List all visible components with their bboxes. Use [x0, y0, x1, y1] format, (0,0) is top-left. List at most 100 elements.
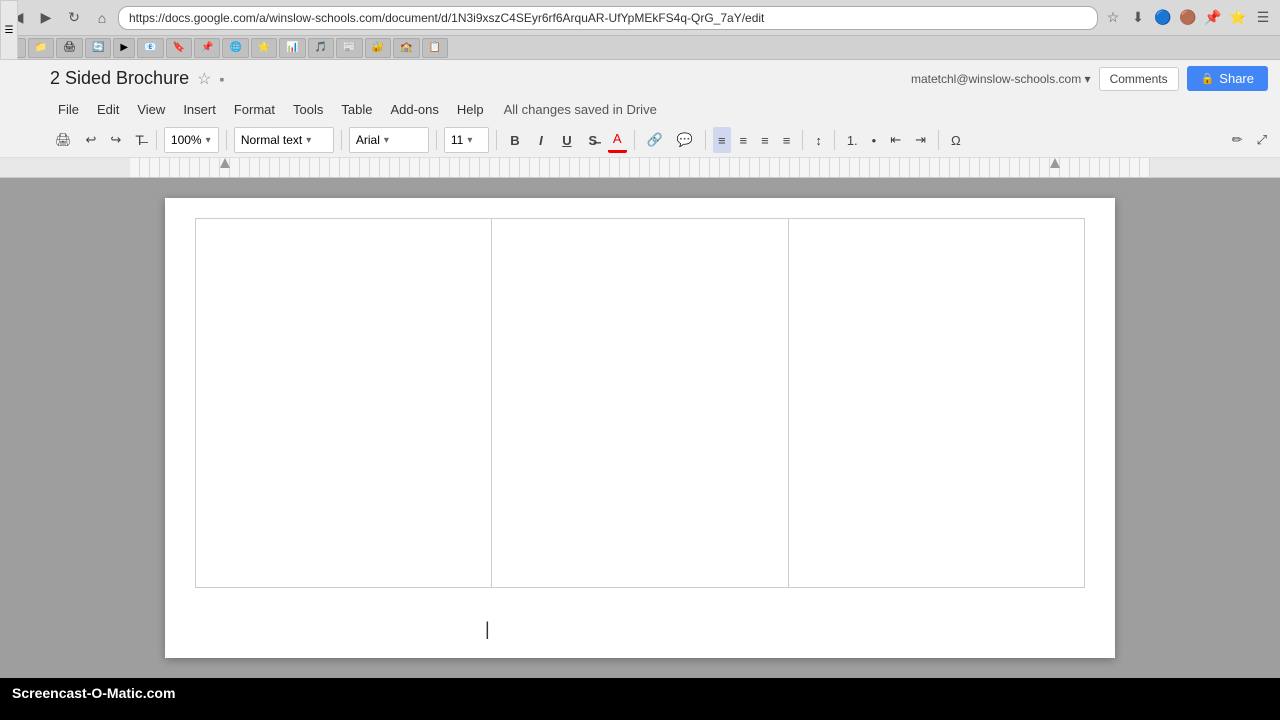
- outdent-button[interactable]: ⇤: [885, 127, 906, 153]
- header-right: matetchl@winslow-schools.com ▾ Comments …: [911, 66, 1268, 91]
- reload-button[interactable]: ↻: [62, 6, 86, 30]
- indent-button[interactable]: ⇥: [910, 127, 931, 153]
- url-text: https://docs.google.com/a/winslow-school…: [129, 11, 764, 25]
- size-chevron: ▾: [467, 135, 472, 146]
- menu-button[interactable]: ☰: [1252, 7, 1274, 29]
- menu-help[interactable]: Help: [449, 98, 492, 121]
- undo-button[interactable]: ↩: [81, 127, 102, 153]
- menu-insert[interactable]: Insert: [175, 98, 224, 121]
- nav-bar: ◀ ▶ ↻ ⌂ https://docs.google.com/a/winslo…: [0, 0, 1280, 36]
- bookmark-13[interactable]: 📰: [336, 38, 362, 58]
- separator-9: [834, 130, 835, 150]
- document-page[interactable]: |: [165, 198, 1115, 658]
- bookmark-6[interactable]: 📧: [137, 38, 163, 58]
- ruler-inner: [130, 158, 1150, 177]
- align-right-button[interactable]: ≡: [756, 127, 774, 153]
- align-center-button[interactable]: ≡: [735, 127, 753, 153]
- doc-header: 2 Sided Brochure ☆ ▪ matetchl@winslow-sc…: [0, 60, 1280, 95]
- share-button[interactable]: 🔒 Share: [1187, 66, 1268, 91]
- bookmark-12[interactable]: 🎵: [308, 38, 334, 58]
- document-table: [195, 218, 1085, 588]
- strikethrough-button[interactable]: S̶: [582, 127, 604, 153]
- extension4-button[interactable]: ⭐: [1227, 7, 1249, 29]
- bookmark-2[interactable]: 📁: [28, 38, 54, 58]
- user-email[interactable]: matetchl@winslow-schools.com ▾: [911, 72, 1091, 86]
- special-chars-button[interactable]: Ω: [946, 127, 966, 153]
- lock-icon: 🔒: [1201, 72, 1215, 85]
- bookmark-10[interactable]: ⭐: [251, 38, 277, 58]
- menu-format[interactable]: Format: [226, 98, 283, 121]
- bookmark-16[interactable]: 📋: [422, 38, 448, 58]
- format-clear-button[interactable]: T̶: [130, 127, 149, 153]
- insert-link-button[interactable]: 🔗: [642, 127, 668, 153]
- table-cell-1[interactable]: [196, 219, 492, 588]
- ruler-left-marker[interactable]: [220, 158, 230, 168]
- italic-button[interactable]: I: [530, 127, 552, 153]
- align-justify-button[interactable]: ≡: [778, 127, 796, 153]
- zoom-chevron: ▾: [206, 135, 211, 146]
- separator-4: [436, 130, 437, 150]
- menu-bar: File Edit View Insert Format Tools Table…: [0, 95, 1280, 123]
- extension1-button[interactable]: 🔵: [1152, 7, 1174, 29]
- bookmark-3[interactable]: 🖨: [56, 38, 83, 58]
- extension2-button[interactable]: 🟤: [1177, 7, 1199, 29]
- style-select[interactable]: Normal text ▾: [234, 127, 334, 153]
- font-select[interactable]: Arial ▾: [349, 127, 429, 153]
- bookmark-7[interactable]: 🔖: [166, 38, 192, 58]
- expand-button[interactable]: ⤢: [1252, 127, 1272, 153]
- bookmarks-bar: G 📁 🖨 🔄 ▶ 📧 🔖 📌 🌐 ⭐ 📊 🎵 📰 🔐 🏫 📋: [0, 36, 1280, 60]
- size-select[interactable]: 11 ▾: [444, 127, 489, 153]
- bookmark-9[interactable]: 🌐: [222, 38, 248, 58]
- print-button[interactable]: 🖨: [50, 127, 77, 153]
- doc-canvas: ☰ |: [0, 178, 1280, 678]
- bookmark-14[interactable]: 🔐: [365, 38, 391, 58]
- menu-view[interactable]: View: [129, 98, 173, 121]
- bookmark-11[interactable]: 📊: [279, 38, 305, 58]
- home-button[interactable]: ⌂: [90, 6, 114, 30]
- align-left-button[interactable]: ≡: [713, 127, 731, 153]
- download-button[interactable]: ⬇: [1127, 7, 1149, 29]
- bullet-list-button[interactable]: •: [867, 127, 882, 153]
- star-icon[interactable]: ☆: [197, 69, 211, 89]
- separator-5: [496, 130, 497, 150]
- menu-tools[interactable]: Tools: [285, 98, 331, 121]
- insert-comment-button[interactable]: 💬: [672, 127, 698, 153]
- bookmark-15[interactable]: 🏫: [393, 38, 419, 58]
- menu-table[interactable]: Table: [333, 98, 380, 121]
- font-value: Arial: [356, 133, 380, 147]
- table-cell-2[interactable]: [492, 219, 788, 588]
- line-spacing-button[interactable]: ↕: [810, 127, 827, 153]
- menu-file[interactable]: File: [50, 98, 87, 121]
- zoom-value: 100%: [171, 133, 202, 147]
- zoom-select[interactable]: 100% ▾: [164, 127, 219, 153]
- menu-addons[interactable]: Add-ons: [382, 98, 446, 121]
- numbered-list-button[interactable]: 1.: [842, 127, 863, 153]
- bookmark-4[interactable]: 🔄: [85, 38, 111, 58]
- text-color-button[interactable]: A: [608, 127, 627, 153]
- bookmark-5[interactable]: ▶: [113, 38, 135, 58]
- bold-button[interactable]: B: [504, 127, 526, 153]
- edit-mode-button[interactable]: ✏: [1227, 127, 1248, 153]
- separator-6: [634, 130, 635, 150]
- folder-icon[interactable]: ▪: [219, 71, 224, 87]
- doc-title-row: 2 Sided Brochure ☆ ▪: [50, 68, 224, 89]
- size-value: 11: [451, 133, 463, 147]
- nav-right-buttons: ☆ ⬇ 🔵 🟤 📌 ⭐ ☰: [1102, 7, 1274, 29]
- bottom-bar: Screencast-O-Matic.com: [0, 678, 1280, 708]
- comments-button[interactable]: Comments: [1099, 67, 1179, 91]
- redo-button[interactable]: ↪: [105, 127, 126, 153]
- font-chevron: ▾: [384, 135, 389, 146]
- ruler-right-marker[interactable]: [1050, 158, 1060, 168]
- bookmark-8[interactable]: 📌: [194, 38, 220, 58]
- table-row: [196, 219, 1085, 588]
- separator-2: [226, 130, 227, 150]
- extension3-button[interactable]: 📌: [1202, 7, 1224, 29]
- formatting-toolbar: 🖨 ↩ ↪ T̶ 100% ▾ Normal text ▾ Arial ▾ 11: [0, 123, 1280, 158]
- address-bar[interactable]: https://docs.google.com/a/winslow-school…: [118, 6, 1098, 30]
- forward-button[interactable]: ▶: [34, 6, 58, 30]
- table-cell-3[interactable]: [788, 219, 1084, 588]
- menu-edit[interactable]: Edit: [89, 98, 127, 121]
- underline-button[interactable]: U: [556, 127, 578, 153]
- bookmark-button[interactable]: ☆: [1102, 7, 1124, 29]
- doc-title: 2 Sided Brochure: [50, 68, 189, 89]
